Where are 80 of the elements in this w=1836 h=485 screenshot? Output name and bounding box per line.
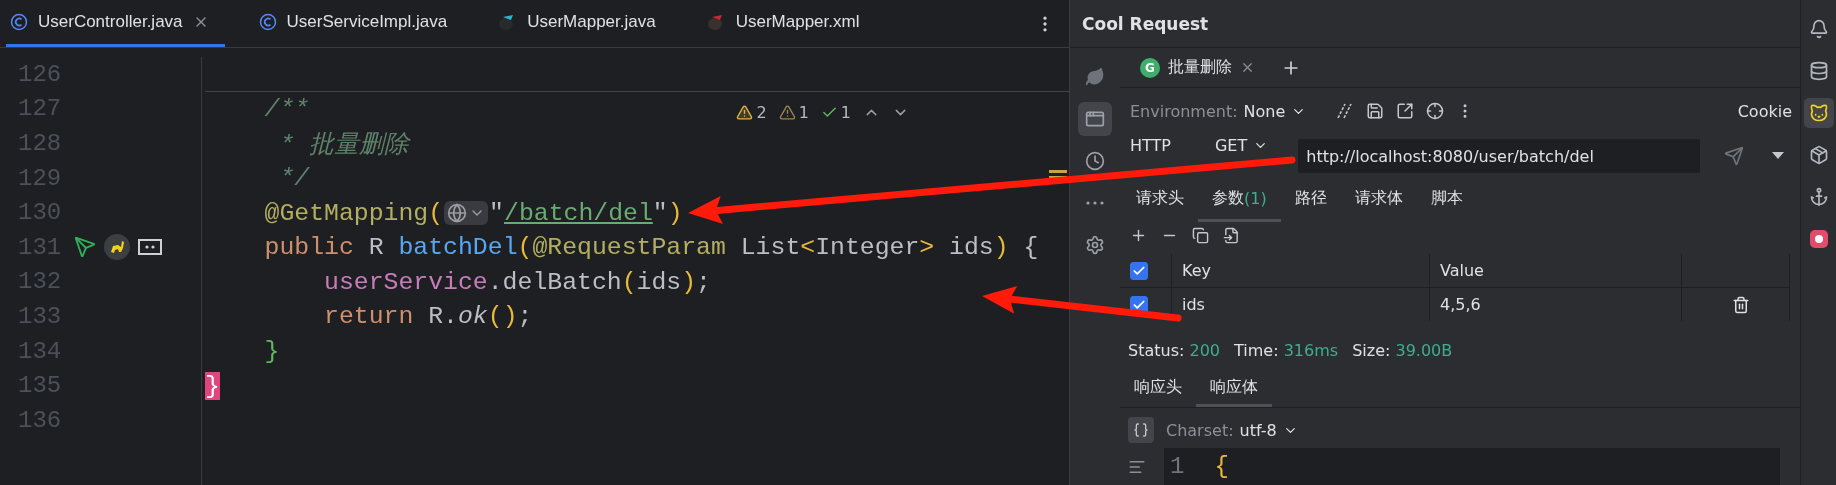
editor-tab[interactable]: UserMapper.xml [701,0,876,47]
code-text: @GetMapping( [263,198,444,227]
save-icon[interactable] [1366,102,1385,120]
table-cell: 4,5,6 [1440,295,1481,314]
editor-tab[interactable]: UserMapper.java [493,0,672,47]
export-icon[interactable] [1396,102,1415,120]
table-cell: ids [1182,295,1205,314]
globe-icon [447,202,468,223]
tab-label: UserMapper.xml [735,12,860,32]
inspection-count[interactable]: 1 [798,103,809,122]
code-text: */ [278,164,310,193]
section-tab[interactable]: 参数(1) [1198,178,1281,222]
status-text: Time: 316ms [1234,340,1339,360]
inspection-count[interactable]: 1 [840,103,851,122]
code-text: } [263,337,280,366]
inspection-count[interactable]: 2 [756,103,767,122]
database-icon [1808,61,1829,81]
column-header: Value [1440,261,1484,280]
code-text: } [205,371,220,400]
section-tab[interactable]: 响应体 [1196,370,1272,407]
section-tab[interactable]: 响应头 [1120,370,1196,407]
format-button[interactable] [1128,417,1154,443]
warning-icon [736,104,754,121]
warning-icon [778,104,796,121]
tab-label: UserServiceImpl.java [286,12,448,32]
code-text: userService.delBatch(ids); [323,267,711,296]
tab-label: UserMapper.java [527,12,656,32]
editor-tab[interactable]: UserServiceImpl.java [254,0,464,47]
more-icon [1086,201,1104,205]
section-tab[interactable]: 脚本 [1416,178,1477,222]
box-icon [1808,145,1829,165]
scroll-marker [1049,170,1067,179]
cookie-button[interactable]: Cookie [1737,101,1792,121]
target-icon[interactable] [1426,102,1445,120]
slashes-icon[interactable] [1336,102,1355,120]
section-tab[interactable]: 请求头 [1122,178,1198,222]
leaf-icon [1085,67,1105,87]
url-inlay[interactable] [444,200,489,225]
settings-icon [1085,235,1105,255]
status-text: Status: 200 [1128,340,1220,360]
send-icon[interactable] [1724,146,1744,166]
code-text: * 批量删除 [278,130,410,160]
panel-title: Cool Request [1082,13,1209,34]
code-text: return R.ok(); [323,302,533,331]
request-tab[interactable]: G 批量删除 [1134,48,1261,87]
import-icon[interactable] [1223,226,1240,244]
method-badge: G [1140,57,1160,78]
response-editor[interactable]: 1 { [1164,448,1780,485]
code-text: public R batchDel(@RequestParam List<Integer> ids) { [263,233,1039,262]
protocol-select[interactable]: HTTP [1130,136,1171,155]
bell-icon [1808,19,1829,39]
checkbox[interactable] [1130,261,1148,280]
editor-tab[interactable]: UserController.java [6,0,225,47]
window-icon[interactable] [138,239,162,256]
copy-icon[interactable] [1192,226,1209,244]
url-field[interactable]: http://localhost:8080/user/batch/del [1298,139,1700,173]
section-tab[interactable]: 路径 [1280,178,1341,222]
dropdown-icon[interactable] [1772,152,1784,160]
environment-select[interactable]: Environment: None [1130,101,1307,121]
class-icon [10,13,28,31]
close-icon[interactable] [1240,60,1255,75]
status-text: Size: 39.00B [1352,340,1453,360]
class-icon [258,13,277,31]
tool-window-button[interactable] [1803,98,1834,128]
column-header: Key [1182,261,1211,280]
code-text: /** [263,94,310,123]
braces-icon [1133,422,1149,438]
method-select[interactable]: GET [1214,136,1269,155]
code-text: "/batch/del") [489,198,683,227]
charset-select[interactable]: Charset: utf-8 [1166,420,1298,440]
section-tab[interactable]: 请求体 [1340,178,1417,222]
sidebar-button[interactable] [1078,102,1112,136]
tab-label: 批量删除 [1168,57,1232,78]
hook-icon [1808,187,1829,207]
send-icon[interactable] [74,236,96,259]
window-globe-icon [1085,109,1105,129]
clock-icon [1085,151,1105,171]
badge-icon [1808,229,1829,249]
tab-label: UserController.java [38,12,183,32]
delete-icon[interactable] [1731,295,1750,314]
